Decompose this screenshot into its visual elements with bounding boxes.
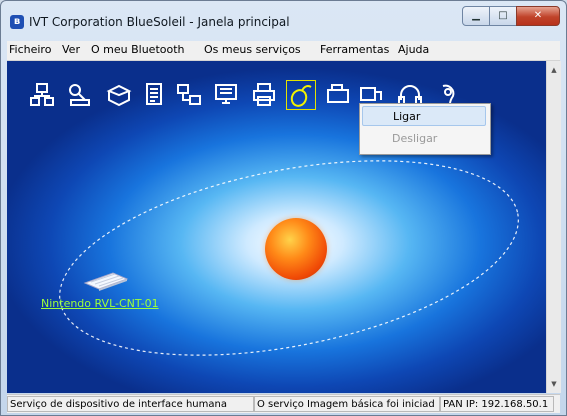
printer-service-icon[interactable]: [251, 82, 277, 108]
pim-sync-icon[interactable]: [213, 82, 239, 108]
main-window: ʙ IVT Corporation BlueSoleil - Janela pr…: [0, 0, 567, 416]
status-pan-ip: PAN IP: 192.168.50.1: [440, 396, 554, 412]
file-transfer-icon[interactable]: [141, 82, 167, 108]
network-service-icon[interactable]: [29, 82, 55, 108]
caption-buttons: ▁ □ ✕: [462, 6, 560, 26]
vertical-scrollbar[interactable]: ▲ ▼: [546, 61, 561, 393]
bluetooth-icon: ʙ: [10, 15, 24, 29]
device-view: Nintendo RVL-CNT-01 Ligar Desligar: [7, 61, 546, 393]
device-name-link[interactable]: Nintendo RVL-CNT-01: [41, 297, 159, 310]
status-hid-service: Serviço de dispositivo de interface huma…: [7, 396, 254, 412]
menu-desligar[interactable]: Desligar: [362, 129, 486, 149]
maximize-icon: □: [498, 10, 508, 21]
menu-ligar[interactable]: Ligar: [362, 106, 486, 126]
status-image-service: O serviço Imagem básica foi iniciad: [254, 396, 440, 412]
minimize-button[interactable]: ▁: [462, 6, 490, 26]
menu-ferramentas[interactable]: Ferramentas: [320, 43, 389, 56]
fax-service-icon[interactable]: [106, 82, 132, 108]
fax-machine-icon[interactable]: [325, 82, 351, 108]
menu-ver[interactable]: Ver: [62, 43, 80, 56]
status-bar: Serviço de dispositivo de interface huma…: [7, 394, 560, 413]
context-menu: Ligar Desligar: [359, 103, 491, 155]
window-title: IVT Corporation BlueSoleil - Janela prin…: [29, 15, 290, 29]
keyboard-device-icon[interactable]: [83, 271, 129, 291]
dialup-service-icon[interactable]: [67, 82, 93, 108]
title-bar[interactable]: ʙ IVT Corporation BlueSoleil - Janela pr…: [1, 1, 566, 41]
close-button[interactable]: ✕: [516, 6, 560, 26]
local-device-sun-icon[interactable]: [265, 218, 327, 280]
menu-bar: Ficheiro Ver O meu Bluetooth Os meus ser…: [7, 41, 560, 61]
lan-access-icon[interactable]: [176, 82, 202, 108]
maximize-button[interactable]: □: [489, 6, 517, 26]
scroll-down-icon[interactable]: ▼: [547, 377, 561, 391]
menu-ficheiro[interactable]: Ficheiro: [9, 43, 51, 56]
close-icon: ✕: [533, 10, 543, 21]
minimize-icon: ▁: [472, 10, 480, 21]
menu-o-meu-bluetooth[interactable]: O meu Bluetooth: [91, 43, 185, 56]
menu-os-meus-servicos[interactable]: Os meus serviços: [204, 43, 301, 56]
hid-mouse-icon[interactable]: [286, 80, 316, 110]
menu-ajuda[interactable]: Ajuda: [398, 43, 429, 56]
scroll-up-icon[interactable]: ▲: [547, 63, 561, 77]
